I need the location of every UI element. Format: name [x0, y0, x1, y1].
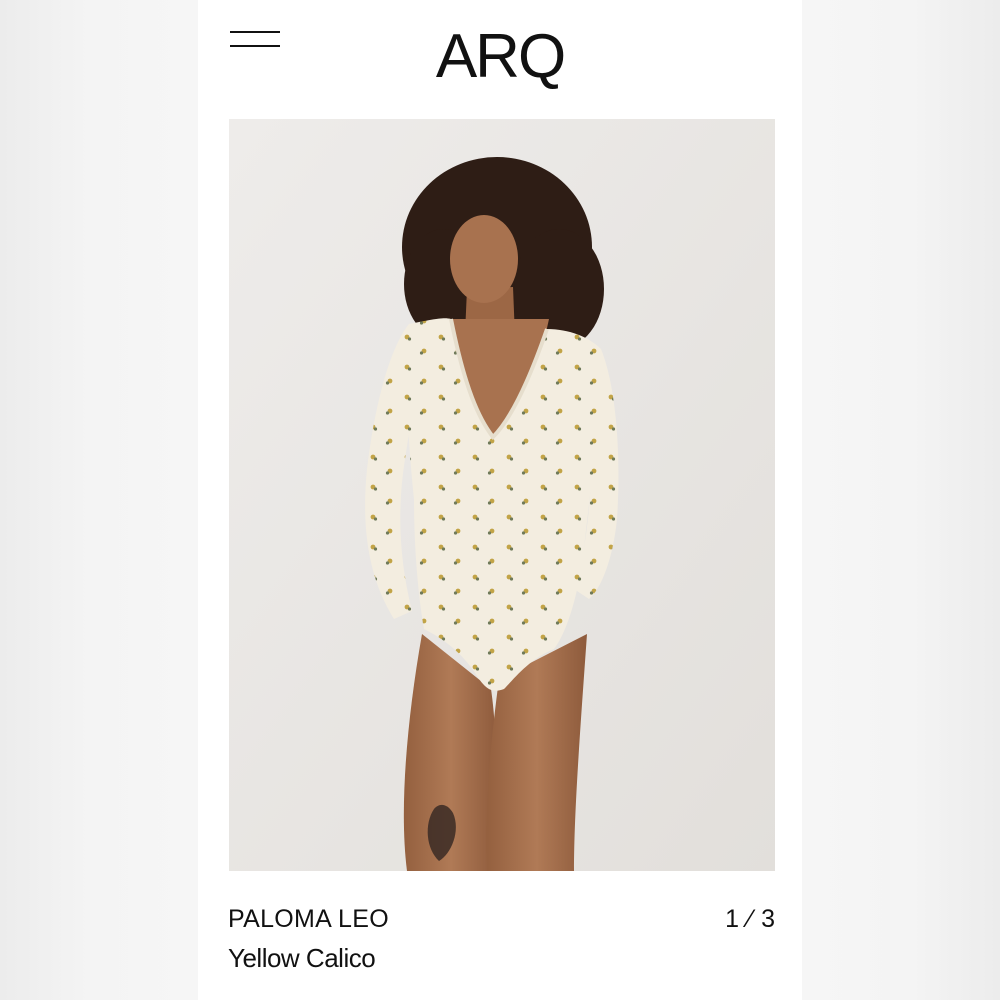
image-pager-indicator: 1 ⁄ 3 — [725, 905, 776, 933]
product-color-name: Yellow Calico — [228, 943, 376, 973]
product-image[interactable] — [229, 119, 775, 871]
model-photo-illustration — [229, 119, 775, 871]
brand-logo[interactable]: ARQ — [198, 22, 802, 92]
product-name[interactable]: PALOMA LEO — [228, 905, 389, 934]
phone-screen: ARQ PALOMA LEO Yellow Calico 1 ⁄ 3 — [198, 0, 802, 1000]
